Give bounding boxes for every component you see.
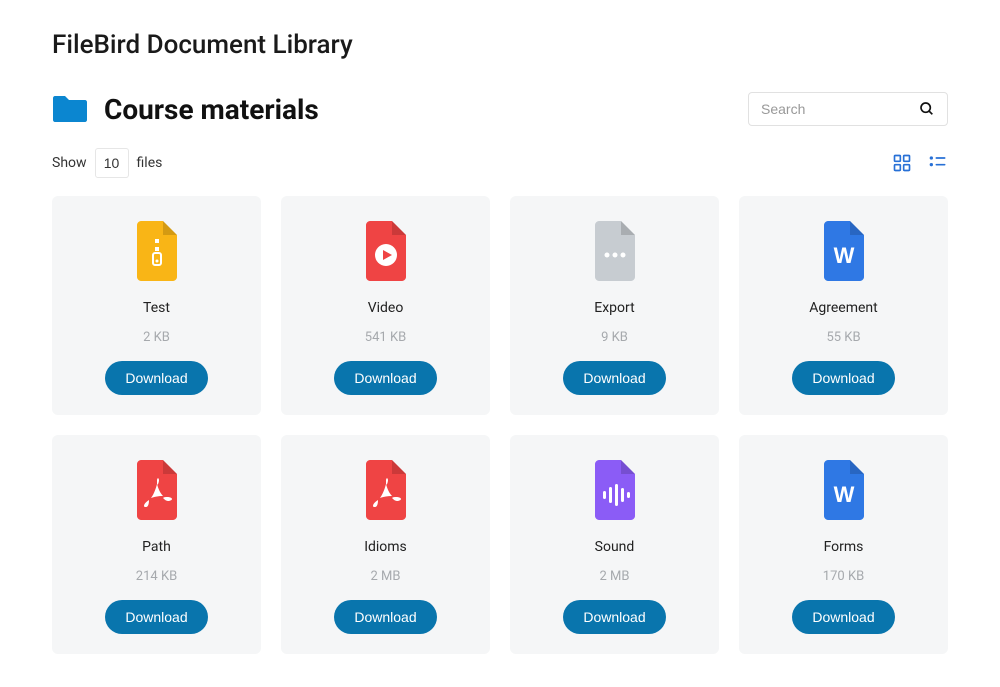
file-type-generic-icon <box>591 218 639 282</box>
download-button[interactable]: Download <box>334 361 436 395</box>
controls-row: Show files <box>52 148 948 178</box>
download-button[interactable]: Download <box>792 361 894 395</box>
file-name: Sound <box>595 539 635 555</box>
file-card: Sound 2 MB Download <box>510 435 719 654</box>
file-size: 214 KB <box>136 569 177 584</box>
download-button[interactable]: Download <box>563 600 665 634</box>
file-card: Idioms 2 MB Download <box>281 435 490 654</box>
file-name: Video <box>368 300 404 316</box>
file-size: 541 KB <box>365 330 406 345</box>
search-button[interactable] <box>919 101 935 117</box>
show-label: Show <box>52 155 87 171</box>
list-icon <box>928 153 948 173</box>
view-toggle-group <box>892 153 948 173</box>
download-button[interactable]: Download <box>105 600 207 634</box>
download-button[interactable]: Download <box>105 361 207 395</box>
grid-view-button[interactable] <box>892 153 912 173</box>
file-card: W Agreement 55 KB Download <box>739 196 948 415</box>
download-button[interactable]: Download <box>792 600 894 634</box>
download-button[interactable]: Download <box>334 600 436 634</box>
file-type-audio-icon <box>591 457 639 521</box>
file-type-word-icon: W <box>820 218 868 282</box>
file-size: 170 KB <box>823 569 864 584</box>
search-input[interactable] <box>761 101 901 117</box>
file-type-pdf-icon <box>133 457 181 521</box>
file-name: Agreement <box>809 300 877 316</box>
file-size: 55 KB <box>826 330 860 345</box>
file-name: Export <box>594 300 634 316</box>
file-card: Test 2 KB Download <box>52 196 261 415</box>
show-count-control: Show files <box>52 148 162 178</box>
file-size: 2 KB <box>143 330 170 345</box>
folder-name: Course materials <box>104 93 319 126</box>
folder-heading: Course materials <box>52 93 319 126</box>
file-card: Export 9 KB Download <box>510 196 719 415</box>
folder-icon <box>52 94 88 124</box>
list-view-button[interactable] <box>928 153 948 173</box>
file-type-pdf-icon <box>362 457 410 521</box>
file-card: Video 541 KB Download <box>281 196 490 415</box>
file-grid: Test 2 KB Download Video 541 KB Download… <box>52 196 948 654</box>
file-name: Path <box>142 539 171 555</box>
file-name: Test <box>143 300 170 316</box>
svg-text:W: W <box>833 482 854 507</box>
file-name: Forms <box>824 539 864 555</box>
grid-icon <box>892 153 912 173</box>
folder-header-row: Course materials <box>52 92 948 126</box>
svg-text:W: W <box>833 243 854 268</box>
file-type-zip-icon <box>133 218 181 282</box>
files-label: files <box>137 155 163 171</box>
file-name: Idioms <box>364 539 407 555</box>
file-type-video-icon <box>362 218 410 282</box>
file-size: 2 MB <box>600 569 630 584</box>
search-box[interactable] <box>748 92 948 126</box>
file-type-word-icon: W <box>820 457 868 521</box>
file-size: 9 KB <box>601 330 628 345</box>
file-size: 2 MB <box>371 569 401 584</box>
download-button[interactable]: Download <box>563 361 665 395</box>
search-icon <box>919 101 935 117</box>
library-title: FileBird Document Library <box>52 30 948 60</box>
file-card: Path 214 KB Download <box>52 435 261 654</box>
count-input[interactable] <box>95 148 129 178</box>
file-card: W Forms 170 KB Download <box>739 435 948 654</box>
